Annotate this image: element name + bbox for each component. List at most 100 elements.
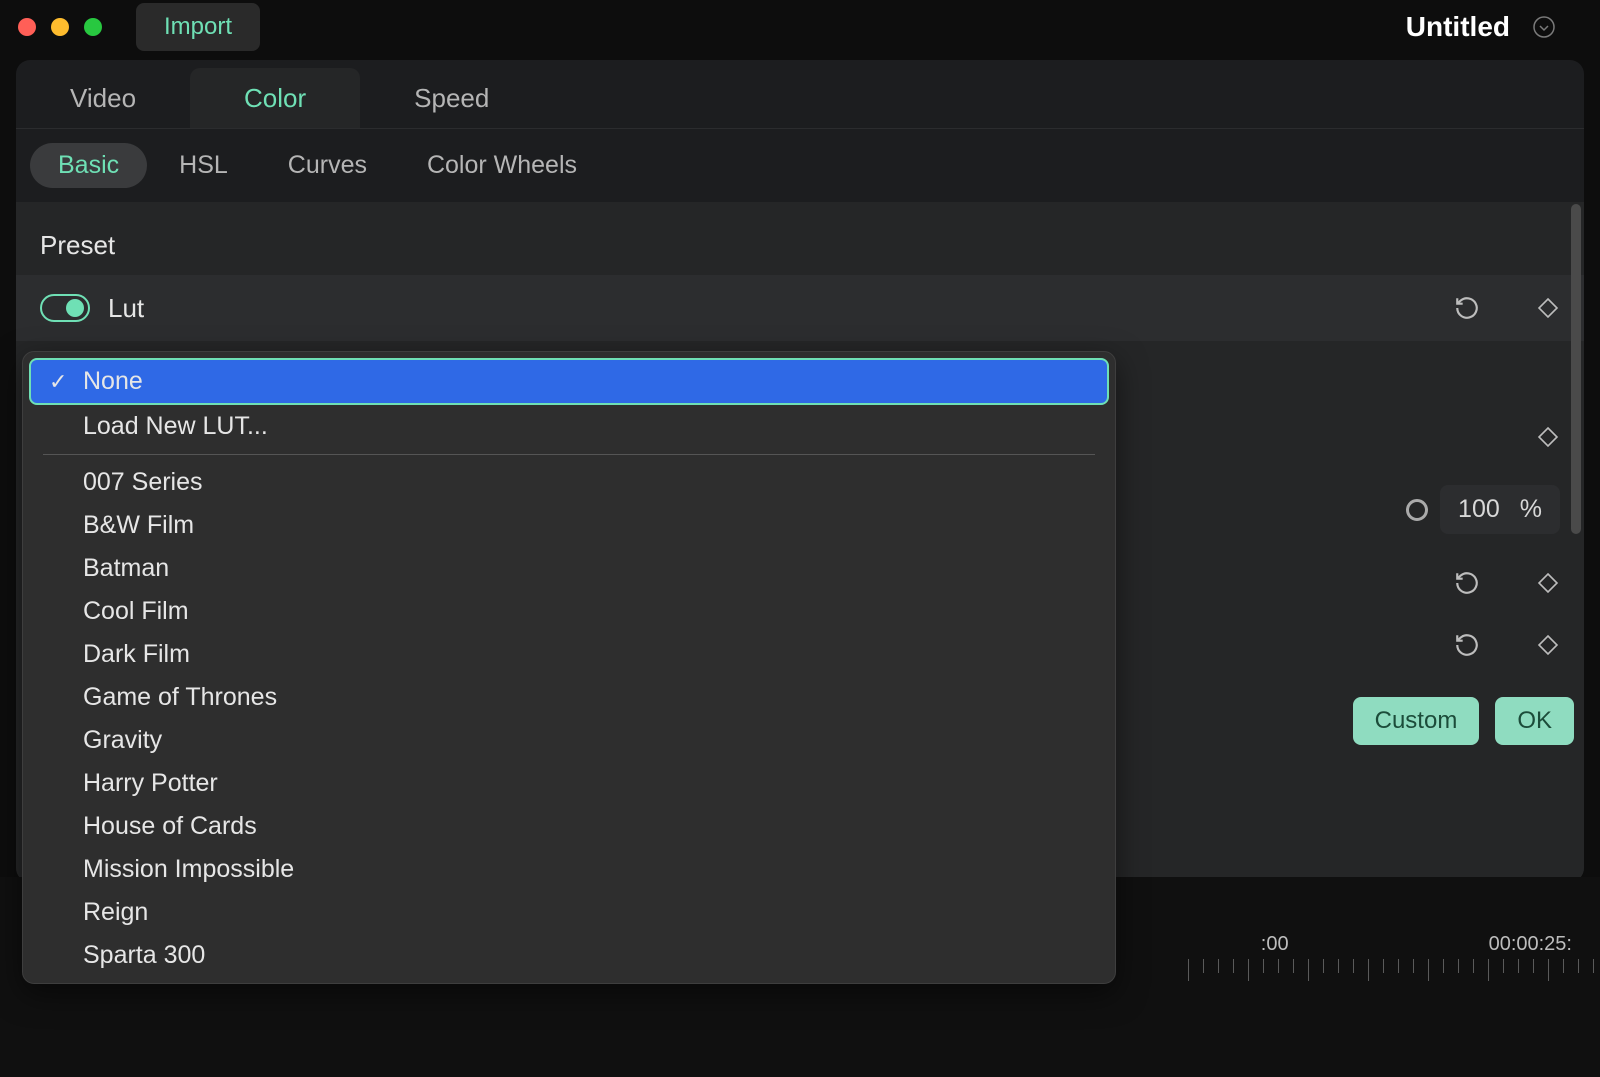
lut-option-mission-impossible[interactable]: Mission Impossible [29,848,1109,891]
tick [1233,959,1234,973]
document-title: Untitled [1406,11,1510,43]
lut-option-load-new[interactable]: Load New LUT... [29,405,1109,448]
time-labels: :00 00:00:25: [1261,933,1572,956]
lut-dropdown-menu[interactable]: ✓ None Load New LUT... 007 Series B&W Fi… [22,351,1116,984]
window-maximize-button[interactable] [84,18,102,36]
tick [1263,959,1264,973]
tab-video[interactable]: Video [16,68,190,128]
tick [1518,959,1519,973]
dropdown-item-label: Batman [83,554,169,582]
tick [1203,959,1204,973]
lut-option-none[interactable]: ✓ None [29,358,1109,405]
value-unit: % [1520,495,1542,524]
window-close-button[interactable] [18,18,36,36]
main-tabs: Video Color Speed [16,60,1584,128]
tick [1308,959,1309,981]
tab-color[interactable]: Color [190,68,360,128]
divider [43,454,1095,455]
lut-option-007-series[interactable]: 007 Series [29,461,1109,504]
subtab-hsl[interactable]: HSL [151,143,256,188]
ok-button[interactable]: OK [1495,697,1574,745]
dropdown-item-label: Harry Potter [83,769,218,797]
tick [1278,959,1279,973]
tick [1293,959,1294,973]
keyframe-icon[interactable] [1536,571,1560,595]
reset-icon[interactable] [1454,570,1480,596]
lut-option-gravity[interactable]: Gravity [29,719,1109,762]
tick [1443,959,1444,973]
value-number: 100 [1458,495,1500,524]
lut-label: Lut [108,293,144,324]
tick [1353,959,1354,973]
traffic-lights [18,18,102,36]
tick [1563,959,1564,973]
keyframe-row-1 [1536,425,1560,449]
tick [1188,959,1189,981]
lut-option-sparta-300[interactable]: Sparta 300 [29,934,1109,977]
tick [1488,959,1489,981]
dropdown-item-label: 007 Series [83,468,203,496]
keyframe-icon[interactable] [1536,633,1560,657]
toggle-knob [66,299,84,317]
dropdown-item-label: Sparta 300 [83,941,205,969]
lut-option-house-of-cards[interactable]: House of Cards [29,805,1109,848]
tick [1413,959,1414,973]
lut-option-cool-film[interactable]: Cool Film [29,590,1109,633]
tab-speed[interactable]: Speed [360,68,543,128]
time-label: 00:00:25: [1489,933,1572,956]
window-minimize-button[interactable] [51,18,69,36]
dropdown-item-label: Game of Thrones [83,683,277,711]
lut-option-game-of-thrones[interactable]: Game of Thrones [29,676,1109,719]
scrollbar[interactable] [1571,204,1581,724]
reset-icon[interactable] [1454,632,1480,658]
row-controls-2 [1454,632,1560,658]
preset-heading: Preset [16,202,1584,275]
tick [1533,959,1534,973]
check-icon: ✓ [49,369,67,395]
custom-button[interactable]: Custom [1353,697,1480,745]
tick [1398,959,1399,973]
import-button[interactable]: Import [136,3,260,51]
keyframe-icon[interactable] [1536,296,1560,320]
dropdown-item-label: House of Cards [83,812,257,840]
title-dropdown-icon[interactable] [1530,13,1558,41]
tick [1458,959,1459,973]
subtab-curves[interactable]: Curves [260,143,395,188]
lut-toggle[interactable] [40,294,90,322]
lut-option-harry-potter[interactable]: Harry Potter [29,762,1109,805]
tick [1383,959,1384,973]
right-controls: 100 % [1406,425,1560,658]
dropdown-item-label: Dark Film [83,640,190,668]
tick [1548,959,1549,981]
dropdown-item-label: B&W Film [83,511,194,539]
action-buttons: Custom OK [1353,697,1574,745]
lut-row: Lut [16,275,1584,341]
tick [1248,959,1249,981]
slider-knob-icon[interactable] [1406,499,1428,521]
tick [1368,959,1369,981]
tick [1338,959,1339,973]
tick [1428,959,1429,981]
subtab-color-wheels[interactable]: Color Wheels [399,143,605,188]
title-bar: Import Untitled [0,0,1600,54]
dropdown-item-label: Reign [83,898,148,926]
dropdown-item-label: None [83,367,143,395]
lut-option-bw-film[interactable]: B&W Film [29,504,1109,547]
dropdown-item-label: Load New LUT... [83,412,268,440]
row-controls-1 [1454,570,1560,596]
keyframe-icon[interactable] [1536,425,1560,449]
scrollbar-thumb[interactable] [1571,204,1581,534]
value-row: 100 % [1406,485,1560,534]
tick [1323,959,1324,973]
lut-option-reign[interactable]: Reign [29,891,1109,934]
lut-option-batman[interactable]: Batman [29,547,1109,590]
tick [1578,959,1579,973]
lut-option-dark-film[interactable]: Dark Film [29,633,1109,676]
time-ticks [1188,959,1594,981]
time-label: :00 [1261,933,1289,956]
tick [1593,959,1594,973]
reset-icon[interactable] [1454,295,1480,321]
subtab-basic[interactable]: Basic [30,143,147,188]
value-box[interactable]: 100 % [1440,485,1560,534]
tick [1473,959,1474,973]
